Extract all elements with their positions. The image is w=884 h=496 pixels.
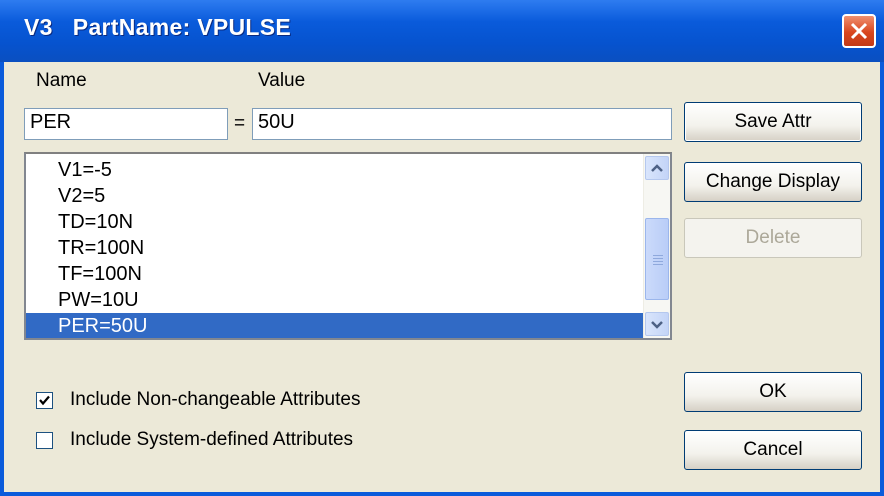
save-attr-button[interactable]: Save Attr: [684, 102, 862, 142]
scroll-up-button[interactable]: [645, 156, 669, 180]
non-changeable-label[interactable]: Include Non-changeable Attributes: [70, 389, 360, 411]
close-icon: [850, 22, 868, 40]
chevron-down-icon: [651, 321, 663, 329]
list-item[interactable]: TD=10N: [26, 209, 646, 235]
equals-sign: =: [234, 113, 246, 134]
cancel-button[interactable]: Cancel: [684, 430, 862, 470]
list-item[interactable]: TF=100N: [26, 261, 646, 287]
system-defined-checkbox[interactable]: [36, 432, 53, 449]
name-field[interactable]: PER: [24, 108, 228, 140]
list-item[interactable]: PW=10U: [26, 287, 646, 313]
title-bar: V3 PartName: VPULSE: [0, 0, 884, 62]
window-title: V3 PartName: VPULSE: [24, 14, 292, 40]
scroll-down-button[interactable]: [645, 312, 669, 336]
scroll-thumb[interactable]: [645, 218, 669, 300]
value-label: Value: [258, 70, 306, 91]
value-field[interactable]: 50U: [252, 108, 672, 140]
attribute-list[interactable]: V1=-5 V2=5 TD=10N TR=100N TF=100N PW=10U PER=5…: [24, 152, 672, 340]
name-label: Name: [36, 70, 87, 91]
chevron-up-icon: [651, 164, 663, 172]
system-defined-label[interactable]: Include System-defined Attributes: [70, 429, 353, 451]
list-item[interactable]: V1=-5: [26, 157, 646, 183]
list-item[interactable]: PER=50U: [26, 313, 646, 338]
non-changeable-checkbox[interactable]: [36, 392, 53, 409]
ok-button[interactable]: OK: [684, 372, 862, 412]
close-button[interactable]: [842, 14, 876, 48]
list-item[interactable]: V2=5: [26, 183, 646, 209]
delete-button[interactable]: Delete: [684, 218, 862, 258]
checkmark-icon: [39, 395, 50, 406]
list-scrollbar[interactable]: [643, 154, 670, 338]
change-display-button[interactable]: Change Display: [684, 162, 862, 202]
dialog-window: V3 PartName: VPULSE Name Value PER = 50U…: [0, 0, 884, 496]
list-item[interactable]: TR=100N: [26, 235, 646, 261]
